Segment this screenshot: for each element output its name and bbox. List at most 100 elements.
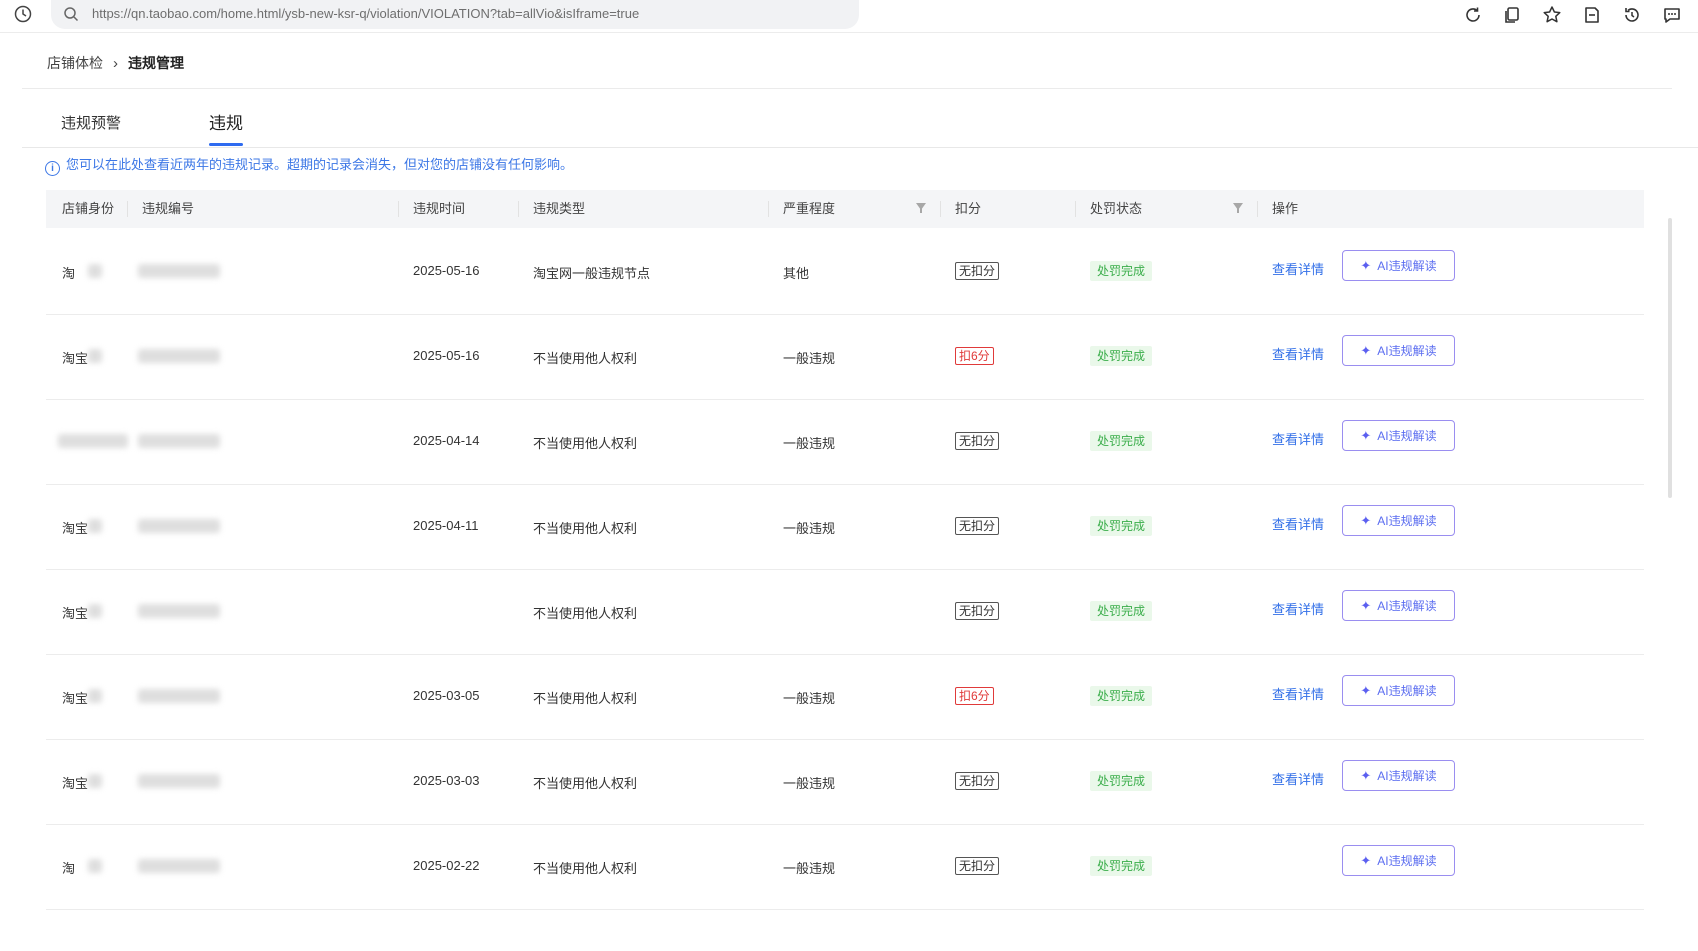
bookmark-icon[interactable] [1581,4,1603,26]
info-icon: i [45,161,60,176]
scrollbar[interactable] [1668,218,1672,498]
cell-type: 不当使用他人权利 [533,521,638,536]
cell-identity: 淘 [62,861,76,876]
table-row: 2025-04-14 不当使用他人权利 一般违规 无扣分 处罚完成 查看详情 ✦ AI违规解读 [46,399,1644,485]
ai-interpret-button[interactable]: ✦ AI违规解读 [1342,250,1455,281]
copy-icon[interactable] [1501,4,1523,26]
star-icon[interactable] [1541,4,1563,26]
table-row: 淘宝 2025-03-03 不当使用他人权利 一般违规 无扣分 处罚完成 查看详情 ✦ AI违规… [46,739,1644,825]
sparkle-icon: ✦ [1360,683,1372,698]
points-badge: 无扣分 [955,262,1000,280]
view-detail-link[interactable]: 查看详情 [1272,429,1324,448]
status-badge: 处罚完成 [1090,771,1153,791]
url-text[interactable]: https://qn.taobao.com/home.html/ysb-new-… [92,6,639,21]
header-action: 操作 [1256,190,1298,228]
redacted-violation-number [138,519,220,533]
header-severity: 严重程度 [767,190,835,228]
cell-severity: 一般违规 [783,776,836,791]
points-badge: 无扣分 [955,857,1000,875]
status-filter-icon[interactable] [1233,203,1243,213]
view-detail-link[interactable]: 查看详情 [1272,259,1324,278]
status-badge: 处罚完成 [1090,516,1153,536]
header-number: 违规编号 [126,190,194,228]
ai-interpret-button[interactable]: ✦ AI违规解读 [1342,420,1455,451]
ai-interpret-button[interactable]: ✦ AI违规解读 [1342,760,1455,791]
search-icon [63,6,79,22]
view-detail-link[interactable]: 查看详情 [1272,599,1324,618]
cell-identity: 淘宝 [62,351,89,366]
cell-type: 不当使用他人权利 [533,436,638,451]
table-row: 淘宝 2025-04-11 不当使用他人权利 一般违规 无扣分 处罚完成 查看详情 ✦ AI违规… [46,484,1644,570]
sparkle-icon: ✦ [1360,428,1372,443]
table-row: 淘宝 不当使用他人权利 无扣分 处罚完成 查看详情 ✦ AI违规解读 [46,569,1644,655]
redacted-violation-number [138,264,220,278]
redacted-violation-number [138,604,220,618]
header-time: 违规时间 [397,190,465,228]
table-row: 淘 2025-02-22 不当使用他人权利 一般违规 无扣分 处罚完成 ✦ AI违规解读 [46,824,1644,910]
cell-date: 2025-05-16 [413,348,480,363]
tab-violation-warning[interactable]: 违规预警 [61,110,121,146]
cell-type: 淘宝网一般违规节点 [533,266,651,281]
ai-button-label: AI违规解读 [1377,854,1437,868]
cell-severity: 一般违规 [783,691,836,706]
cell-date: 2025-05-16 [413,263,480,278]
severity-filter-icon[interactable] [916,203,926,213]
status-badge: 处罚完成 [1090,686,1153,706]
redacted-violation-number [138,859,220,873]
redacted-identity [88,349,102,363]
ai-interpret-button[interactable]: ✦ AI违规解读 [1342,335,1455,366]
redacted-violation-number [138,774,220,788]
cell-date: 2025-03-05 [413,688,480,703]
tab-bar: 违规预警 违规 [22,110,1698,148]
status-badge: 处罚完成 [1090,601,1153,621]
notice-text: 您可以在此处查看近两年的违规记录。超期的记录会消失，但对您的店铺没有任何影响。 [66,157,574,172]
tab-violation[interactable]: 违规 [209,110,243,146]
history-clock-icon[interactable] [14,5,32,23]
redacted-violation-number [138,689,220,703]
redacted-identity [88,604,102,618]
info-notice: i 您可以在此处查看近两年的违规记录。超期的记录会消失，但对您的店铺没有任何影响。 [45,154,573,176]
status-badge: 处罚完成 [1090,346,1153,366]
breadcrumb: 店铺体检 › 违规管理 [47,53,184,73]
chat-icon[interactable] [1661,4,1683,26]
cell-date: 2025-04-11 [413,518,479,533]
address-bar[interactable]: https://qn.taobao.com/home.html/ysb-new-… [51,0,859,29]
ai-button-label: AI违规解读 [1377,344,1437,358]
points-badge: 无扣分 [955,432,1000,450]
redacted-identity [88,689,102,703]
cell-type: 不当使用他人权利 [533,776,638,791]
refresh-icon[interactable] [1462,4,1484,26]
cell-identity: 淘宝 [62,606,89,621]
sparkle-icon: ✦ [1360,768,1372,783]
points-badge: 扣6分 [955,687,994,705]
view-detail-link[interactable]: 查看详情 [1272,514,1324,533]
cell-severity: 一般违规 [783,436,836,451]
points-badge: 扣6分 [955,347,994,365]
status-badge: 处罚完成 [1090,261,1153,281]
browser-toolbar: https://qn.taobao.com/home.html/ysb-new-… [0,0,1698,33]
cell-date: 2025-04-14 [413,433,480,448]
ai-interpret-button[interactable]: ✦ AI违规解读 [1342,590,1455,621]
breadcrumb-parent[interactable]: 店铺体检 [47,55,103,71]
ai-button-label: AI违规解读 [1377,514,1437,528]
ai-interpret-button[interactable]: ✦ AI违规解读 [1342,845,1455,876]
view-detail-link[interactable]: 查看详情 [1272,769,1324,788]
cell-type: 不当使用他人权利 [533,351,638,366]
cell-identity: 淘 [62,266,76,281]
view-detail-link[interactable]: 查看详情 [1272,684,1324,703]
ai-interpret-button[interactable]: ✦ AI违规解读 [1342,505,1455,536]
header-status: 处罚状态 [1074,190,1142,228]
table-row: 淘宝 2025-03-05 不当使用他人权利 一般违规 扣6分 处罚完成 查看详情 ✦ AI违规… [46,654,1644,740]
header-type: 违规类型 [517,190,585,228]
cell-identity: 淘宝 [62,776,89,791]
ai-interpret-button[interactable]: ✦ AI违规解读 [1342,675,1455,706]
table-row: 淘宝 2025-05-16 不当使用他人权利 一般违规 扣6分 处罚完成 查看详情 ✦ AI违规… [46,314,1644,400]
sparkle-icon: ✦ [1360,513,1372,528]
view-detail-link[interactable]: 查看详情 [1272,344,1324,363]
cell-type: 不当使用他人权利 [533,691,638,706]
header-points: 扣分 [939,190,981,228]
points-badge: 无扣分 [955,772,1000,790]
cell-severity: 一般违规 [783,521,836,536]
cell-identity: 淘宝 [62,691,89,706]
history-arrow-icon[interactable] [1621,4,1643,26]
